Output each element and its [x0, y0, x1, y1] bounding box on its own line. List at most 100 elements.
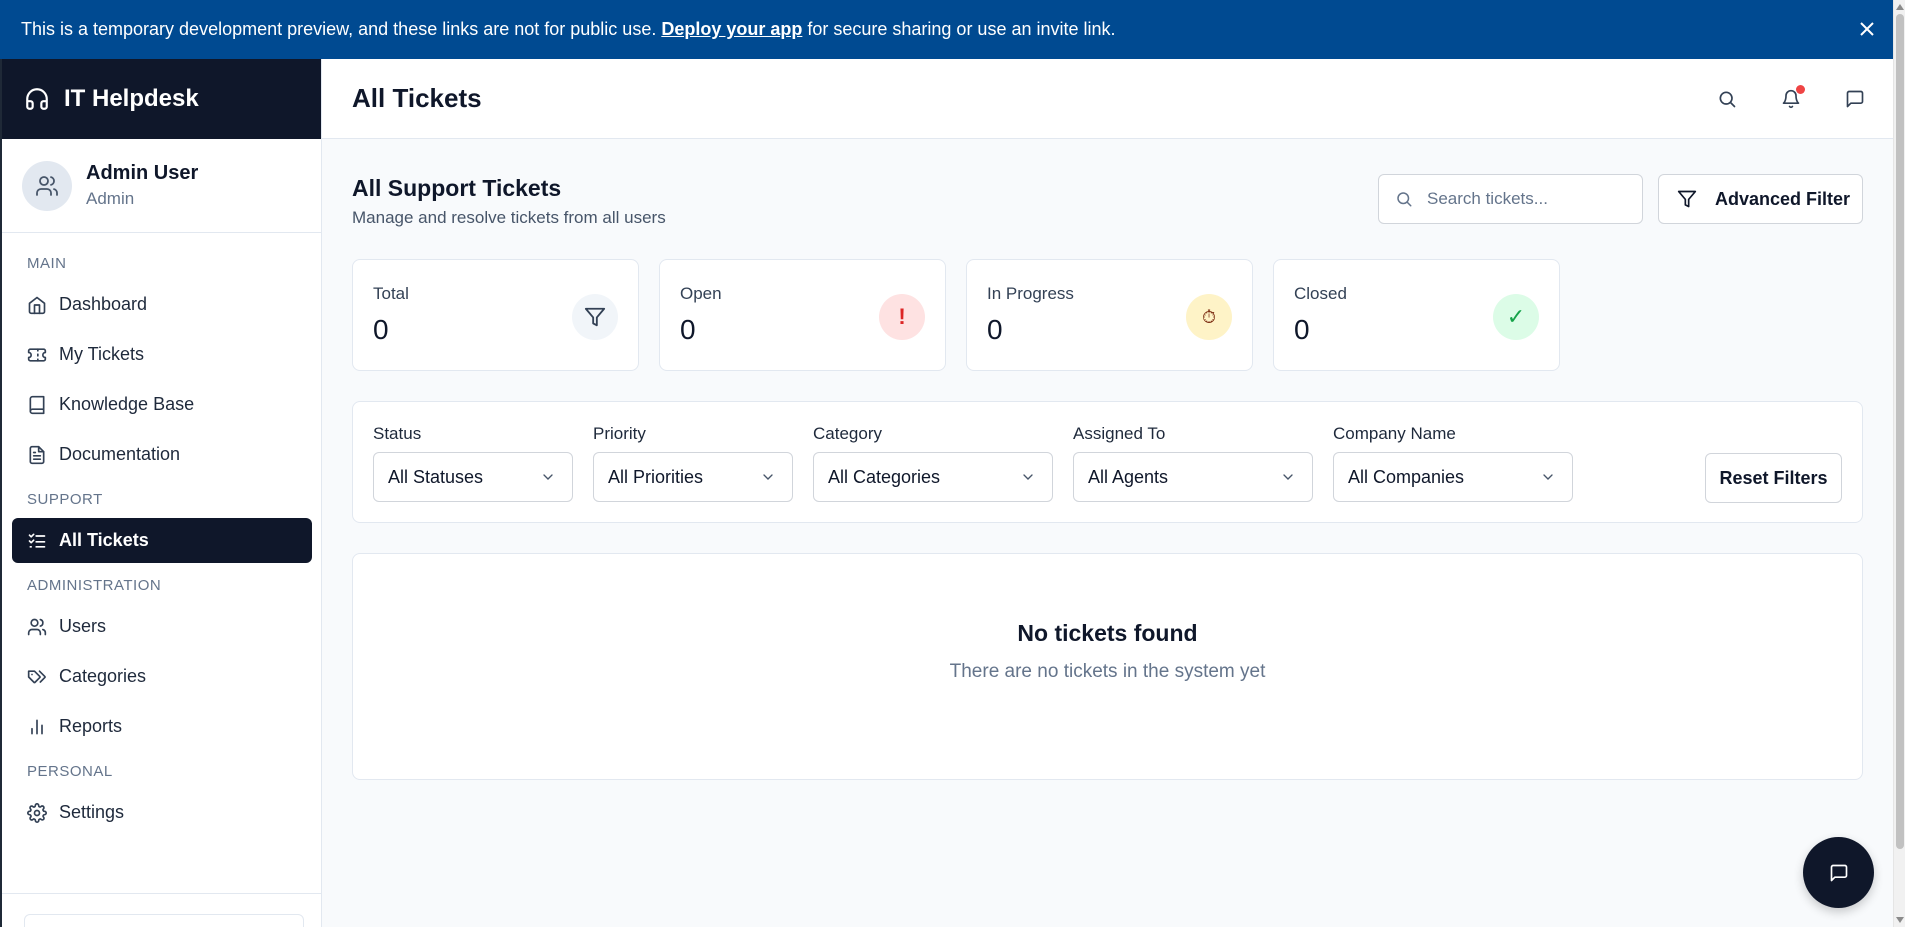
category-select[interactable]: All Categories — [813, 452, 1053, 502]
page-head: All Support Tickets Manage and resolve t… — [352, 139, 1863, 259]
sidebar-item-all-tickets[interactable]: All Tickets — [12, 518, 312, 563]
category-filter: Category All Categories — [813, 424, 1053, 502]
search-icon — [1395, 190, 1413, 208]
stopwatch-icon: ⏱ — [1186, 294, 1232, 340]
sidebar-footer — [2, 893, 322, 927]
scroll-down-arrow[interactable] — [1896, 917, 1904, 923]
company-filter: Company Name All Companies — [1333, 424, 1573, 502]
assigned-to-select[interactable]: All Agents — [1073, 452, 1313, 502]
book-icon — [27, 395, 47, 415]
sidebar-item-categories[interactable]: Categories — [12, 654, 312, 699]
stat-card-open: Open 0 ! — [659, 259, 946, 371]
empty-subtitle: There are no tickets in the system yet — [949, 661, 1266, 682]
status-select[interactable]: All Statuses — [373, 452, 573, 502]
headset-icon — [24, 86, 50, 112]
list-check-icon — [27, 531, 47, 551]
advanced-filter-label: Advanced Filter — [1715, 188, 1851, 209]
bar-chart-icon — [27, 717, 47, 737]
app-title: IT Helpdesk — [64, 85, 199, 112]
sidebar-item-reports[interactable]: Reports — [12, 704, 312, 749]
deploy-app-link[interactable]: Deploy your app — [661, 19, 802, 40]
empty-title: No tickets found — [1017, 620, 1198, 646]
filter-label: Assigned To — [1073, 424, 1166, 443]
chat-button[interactable] — [1803, 837, 1874, 908]
filter-label: Category — [813, 424, 882, 443]
chevron-down-icon — [540, 469, 556, 485]
sidebar-item-dashboard[interactable]: Dashboard — [12, 282, 312, 327]
nav-section-administration: ADMINISTRATION Users Categories Reports — [2, 577, 321, 749]
filter-label: Status — [373, 424, 422, 443]
sidebar-item-label: My Tickets — [59, 344, 145, 364]
chevron-down-icon — [1280, 469, 1296, 485]
search-box[interactable] — [1378, 174, 1643, 224]
page-scrollbar[interactable] — [1893, 0, 1905, 927]
filters-panel: Status All Statuses Priority All Priorit… — [352, 401, 1863, 523]
assigned-to-filter: Assigned To All Agents — [1073, 424, 1313, 502]
notification-badge — [1796, 85, 1805, 94]
chevron-down-icon — [1020, 469, 1036, 485]
brand[interactable]: IT Helpdesk — [2, 59, 321, 139]
sidebar-nav: MAIN Dashboard My Tickets Knowledge Base… — [2, 233, 321, 835]
section-title: SUPPORT — [27, 491, 103, 508]
sidebar-item-users[interactable]: Users — [12, 604, 312, 649]
sidebar-footer-button[interactable] — [24, 914, 304, 927]
bell-icon[interactable] — [1777, 85, 1805, 113]
select-value: All Agents — [1088, 466, 1169, 487]
section-subtitle: Manage and resolve tickets from all user… — [352, 208, 666, 227]
exclamation-icon: ! — [879, 294, 925, 340]
chevron-down-icon — [1540, 469, 1556, 485]
scroll-thumb[interactable] — [1896, 14, 1904, 849]
stats-row: Total 0 Open 0 ! In Progress 0 ⏱ Closed … — [352, 259, 1560, 371]
tags-icon — [27, 667, 47, 687]
select-value: All Priorities — [608, 466, 704, 487]
sidebar-item-label: Settings — [59, 802, 125, 822]
close-icon[interactable] — [1855, 17, 1879, 41]
filter-label: Priority — [593, 424, 646, 443]
sidebar-item-label: Categories — [59, 666, 147, 686]
document-icon — [27, 445, 47, 465]
scroll-up-arrow[interactable] — [1896, 4, 1904, 10]
users-icon — [27, 617, 47, 637]
priority-select[interactable]: All Priorities — [593, 452, 793, 502]
ticket-icon — [27, 345, 47, 365]
advanced-filter-button[interactable]: Advanced Filter — [1658, 174, 1863, 224]
gear-icon — [27, 802, 47, 823]
user-profile[interactable]: Admin User Admin — [2, 139, 321, 233]
top-header: All Tickets — [322, 59, 1893, 139]
filter-icon — [1677, 189, 1697, 209]
user-role: Admin — [86, 189, 135, 208]
message-icon[interactable] — [1841, 85, 1869, 113]
dev-preview-banner: This is a temporary development preview,… — [0, 0, 1893, 59]
sidebar-item-label: Dashboard — [59, 294, 148, 314]
check-icon: ✓ — [1493, 294, 1539, 340]
section-title: MAIN — [27, 255, 67, 272]
search-icon[interactable] — [1713, 85, 1741, 113]
reset-filters-button[interactable]: Reset Filters — [1705, 453, 1842, 503]
sidebar-item-label: Reports — [59, 716, 123, 736]
sidebar-item-settings[interactable]: Settings — [12, 790, 312, 835]
section-title: PERSONAL — [27, 763, 113, 780]
sidebar-item-label: Users — [59, 616, 107, 636]
stat-card-closed: Closed 0 ✓ — [1273, 259, 1560, 371]
avatar — [22, 160, 72, 211]
empty-state: No tickets found There are no tickets in… — [352, 553, 1863, 780]
sidebar: IT Helpdesk Admin User Admin MAIN Dashbo… — [0, 59, 322, 927]
select-value: All Categories — [828, 466, 941, 487]
user-name: Admin User — [86, 162, 199, 184]
page-title: All Tickets — [352, 83, 482, 113]
stat-card-total: Total 0 — [352, 259, 639, 371]
search-input[interactable] — [1427, 189, 1627, 209]
sidebar-item-documentation[interactable]: Documentation — [12, 432, 312, 477]
chevron-down-icon — [760, 469, 776, 485]
select-value: All Companies — [1348, 466, 1465, 487]
nav-section-personal: PERSONAL Settings — [2, 763, 321, 835]
sidebar-item-label: All Tickets — [59, 530, 149, 550]
priority-filter: Priority All Priorities — [593, 424, 793, 502]
select-value: All Statuses — [388, 466, 484, 487]
sidebar-item-knowledge-base[interactable]: Knowledge Base — [12, 382, 312, 427]
sidebar-item-my-tickets[interactable]: My Tickets — [12, 332, 312, 377]
banner-text: This is a temporary development preview,… — [21, 19, 657, 39]
chat-icon — [1829, 863, 1849, 883]
company-select[interactable]: All Companies — [1333, 452, 1573, 502]
nav-section-main: MAIN Dashboard My Tickets Knowledge Base… — [2, 255, 321, 477]
